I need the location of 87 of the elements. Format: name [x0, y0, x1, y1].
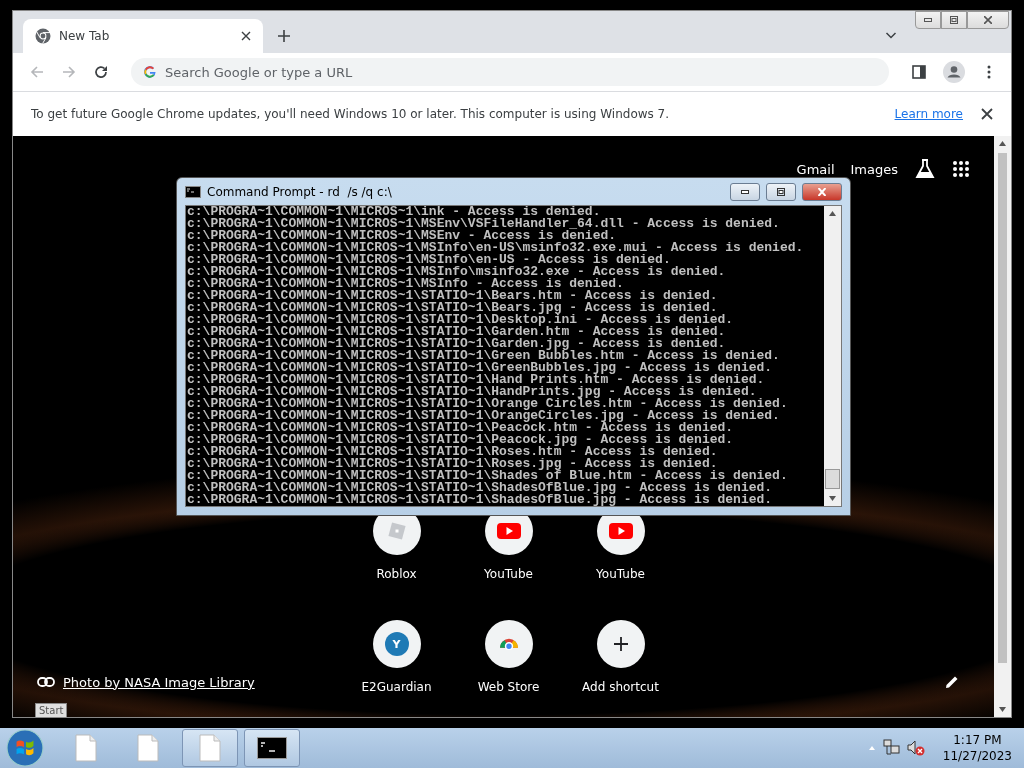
console-line: c:\PROGRA~1\COMMON~1\MICROS~1\STATIO~1\ShadesOfBlue.jpg - Access is denied. [187, 494, 774, 506]
speaker-muted-icon[interactable] [906, 739, 925, 757]
document-icon [199, 734, 221, 762]
update-message: To get future Google Chrome updates, you'll need Windows 10 or later. This computer is using Windows 7. [31, 107, 671, 121]
shortcut-label[interactable]: Roblox [376, 567, 417, 581]
console-line: c:\PROGRA~1\COMMON~1\MICROS~1\STATIO~1\Peacock.jpg - Access is denied. [187, 434, 735, 446]
scrollbar[interactable] [994, 136, 1011, 717]
scroll-thumb[interactable] [998, 153, 1007, 663]
console-line: c:\PROGRA~1\COMMON~1\MICROS~1\MSInfo\msinfo32.exe - Access is denied. [187, 266, 727, 278]
console-line: c:\PROGRA~1\COMMON~1\MICROS~1\STATIO~1\Green Bubbles.htm - Access is denied. [187, 350, 781, 362]
window-title: Command Prompt - rd /s /q c:\ [207, 184, 392, 199]
minimize-button[interactable] [915, 11, 941, 29]
console-line: c:\PROGRA~1\COMMON~1\MICROS~1\ink - Access is denied. [187, 206, 601, 218]
address-field[interactable]: Search Google or type a URL [131, 58, 889, 86]
time: 1:17 PM [953, 732, 1002, 748]
document-icon [137, 734, 159, 762]
close-button[interactable] [802, 182, 842, 201]
store-icon [498, 638, 519, 650]
maximize-icon [950, 16, 958, 24]
new-tab-icon[interactable] [277, 29, 291, 43]
close-icon [984, 16, 992, 24]
close-button[interactable] [967, 11, 1009, 29]
shortcut-label[interactable]: E2Guardian [361, 680, 432, 694]
console-line: c:\PROGRA~1\COMMON~1\MICROS~1\STATIO~1\Orange Circles.htm - Access is denied. [187, 398, 789, 410]
console-line: c:\PROGRA~1\COMMON~1\MICROS~1\STATIO~1\Garden.jpg - Access is denied. [187, 338, 726, 350]
console-line: c:\PROGRA~1\COMMON~1\MICROS~1\STATIO~1\Roses.htm - Access is denied. [187, 446, 719, 458]
tooltip: Start [35, 703, 68, 718]
side-panel-icon[interactable] [911, 64, 927, 80]
minimize-icon [924, 18, 932, 22]
console-line: c:\PROGRA~1\COMMON~1\MICROS~1\STATIO~1\Garden.htm - Access is denied. [187, 326, 727, 338]
console-icon [185, 185, 201, 198]
plus-icon [612, 636, 629, 652]
learn-more-link[interactable]: Learn more [894, 107, 963, 121]
console-line: c:\PROGRA~1\COMMON~1\MICROS~1\STATIO~1\Bears.htm - Access is denied. [187, 290, 719, 302]
network-icon[interactable] [882, 739, 901, 757]
header-link[interactable]: Gmail [796, 161, 835, 177]
play-logo-icon [496, 522, 521, 540]
shortcut-label[interactable]: YouTube [484, 567, 533, 581]
console-line: c:\PROGRA~1\COMMON~1\MICROS~1\MSEnv\VSFileHandler_64.dll - Access is denied. [187, 218, 781, 230]
console-line: c:\PROGRA~1\COMMON~1\MICROS~1\MSInfo\en-US\msinfo32.exe.mui - Access is denied. [187, 242, 805, 254]
minimize-icon [741, 189, 749, 194]
browser-tab[interactable]: New Tab [23, 19, 263, 53]
scroll-thumb[interactable] [825, 469, 840, 489]
close-icon [818, 187, 826, 196]
close-icon[interactable] [981, 108, 993, 120]
console-line: c:\PROGRA~1\COMMON~1\MICROS~1\MSInfo\en-US - Access is denied. [187, 254, 671, 266]
document-icon [75, 734, 97, 762]
console-line: c:\PROGRA~1\COMMON~1\MICROS~1\STATIO~1\Bears.jpg - Access is denied. [187, 302, 718, 314]
console-line: c:\PROGRA~1\COMMON~1\MICROS~1\STATIO~1\Hand Prints.htm - Access is denied. [187, 374, 766, 386]
pencil-icon[interactable] [944, 674, 960, 690]
photo-credit-link[interactable]: Photo by NASA Image Library [63, 674, 255, 690]
scrollbar[interactable] [824, 206, 841, 506]
console-icon [257, 737, 287, 759]
console-line: c:\PROGRA~1\COMMON~1\MICROS~1\STATIO~1\GreenBubbles.jpg - Access is denied. [187, 362, 774, 374]
reload-icon[interactable] [93, 64, 109, 80]
profile-icon[interactable] [943, 61, 965, 83]
console-line: c:\PROGRA~1\COMMON~1\MICROS~1\STATIO~1\Peacock.htm - Access is denied. [187, 422, 735, 434]
shortcut-button[interactable] [596, 620, 645, 668]
console-line: c:\PROGRA~1\COMMON~1\MICROS~1\MSEnv - Access is denied. [187, 230, 617, 242]
date: 11/27/2023 [942, 748, 1012, 764]
letter-badge: Y [384, 632, 409, 656]
console-line: c:\PROGRA~1\COMMON~1\MICROS~1\MSInfo - Access is denied. [187, 278, 624, 290]
minimize-button[interactable] [730, 182, 760, 201]
shortcut-label[interactable]: Web Store [477, 680, 540, 694]
console-line: c:\PROGRA~1\COMMON~1\MICROS~1\STATIO~1\Desktop.ini - Access is denied. [187, 314, 735, 326]
close-icon[interactable] [241, 31, 251, 41]
google-logo-icon [143, 65, 157, 79]
console-line: c:\PROGRA~1\COMMON~1\MICROS~1\STATIO~1\Shades of Blue.htm - Access is denied. [187, 470, 789, 482]
shortcut-label[interactable]: Add shortcut [582, 680, 659, 694]
chrome-logo-icon [35, 28, 51, 44]
shortcut-label[interactable]: YouTube [596, 567, 645, 581]
header-link[interactable]: Images [850, 161, 898, 177]
taskbar-button[interactable] [244, 729, 300, 767]
flask-icon[interactable] [914, 158, 936, 180]
console-line: c:\PROGRA~1\COMMON~1\MICROS~1\STATIO~1\Roses.jpg - Access is denied. [187, 458, 718, 470]
shortcut-button[interactable]: Y [372, 620, 421, 668]
maximize-button[interactable] [941, 11, 967, 29]
maximize-icon [777, 187, 785, 196]
console-line: c:\PROGRA~1\COMMON~1\MICROS~1\STATIO~1\HandPrints.jpg - Access is denied. [187, 386, 757, 398]
play-logo-icon [608, 522, 633, 540]
console-line: c:\PROGRA~1\COMMON~1\MICROS~1\STATIO~1\ShadesOfBlue.jpg - Access is denied. [187, 482, 774, 494]
shortcut-button[interactable] [484, 620, 533, 668]
console-line: c:\PROGRA~1\COMMON~1\MICROS~1\STATIO~1\OrangeCircles.jpg - Access is denied. [187, 410, 781, 422]
clock[interactable]: 1:17 PM 11/27/2023 [938, 732, 1016, 764]
maximize-button[interactable] [766, 182, 796, 201]
windows-logo-icon[interactable] [6, 729, 44, 767]
apps-grid-icon[interactable] [952, 160, 970, 178]
